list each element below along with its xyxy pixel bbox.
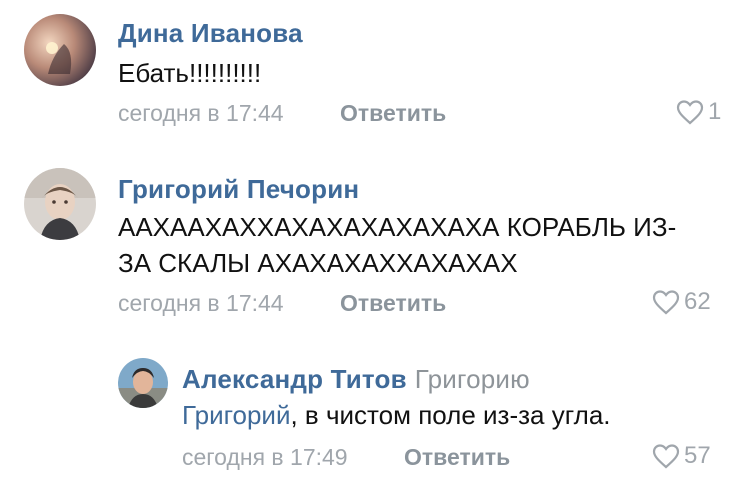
comment-item: Григорий Печорин ААХААХАХХАХАХАХАХАХАХА … [0, 140, 750, 340]
like-button[interactable]: 62 [652, 288, 711, 316]
avatar[interactable] [24, 14, 96, 86]
comment-text: Ебать!!!!!!!!!! [118, 58, 262, 88]
comment-text-line-1: ААХААХАХХАХАХАХАХАХАХА КОРАБЛЬ ИЗ- [118, 212, 677, 242]
author-link[interactable]: Александр Титов [182, 364, 407, 394]
avatar[interactable] [24, 168, 96, 240]
reply-comment-item: Александр Титов Григорию Григорий, в чист… [0, 340, 750, 492]
comment-item: Дина Иванова Ебать!!!!!!!!!! сегодня в 1… [0, 0, 750, 140]
heart-icon [652, 444, 680, 469]
comment-author: Александр Титов Григорию [182, 364, 530, 395]
comment-timestamp: сегодня в 17:49 [182, 444, 348, 470]
reply-button[interactable]: Ответить [404, 444, 510, 471]
reply-button[interactable]: Ответить [340, 100, 446, 127]
comment-timestamp: сегодня в 17:44 [118, 100, 284, 126]
like-button[interactable]: 57 [652, 442, 711, 470]
like-count: 1 [708, 98, 722, 125]
comment-author[interactable]: Дина Иванова [118, 18, 303, 49]
comment-timestamp: сегодня в 17:44 [118, 290, 284, 316]
like-count: 57 [684, 442, 711, 469]
comment-text-rest: , в чистом поле из-за угла. [290, 400, 611, 430]
heart-icon [676, 100, 704, 125]
avatar[interactable] [118, 358, 168, 408]
like-button[interactable]: 1 [676, 98, 721, 126]
reply-to-label[interactable]: Григорию [415, 364, 530, 394]
mention-link[interactable]: Григорий [182, 400, 290, 430]
heart-icon [652, 290, 680, 315]
comment-text-line-2: ЗА СКАЛЫ АХАХАХАХХАХАХАХ [118, 248, 518, 278]
comment-text: Григорий, в чистом поле из-за угла. [182, 396, 611, 434]
reply-button[interactable]: Ответить [340, 290, 446, 317]
comment-author[interactable]: Григорий Печорин [118, 174, 359, 205]
like-count: 62 [684, 288, 711, 315]
